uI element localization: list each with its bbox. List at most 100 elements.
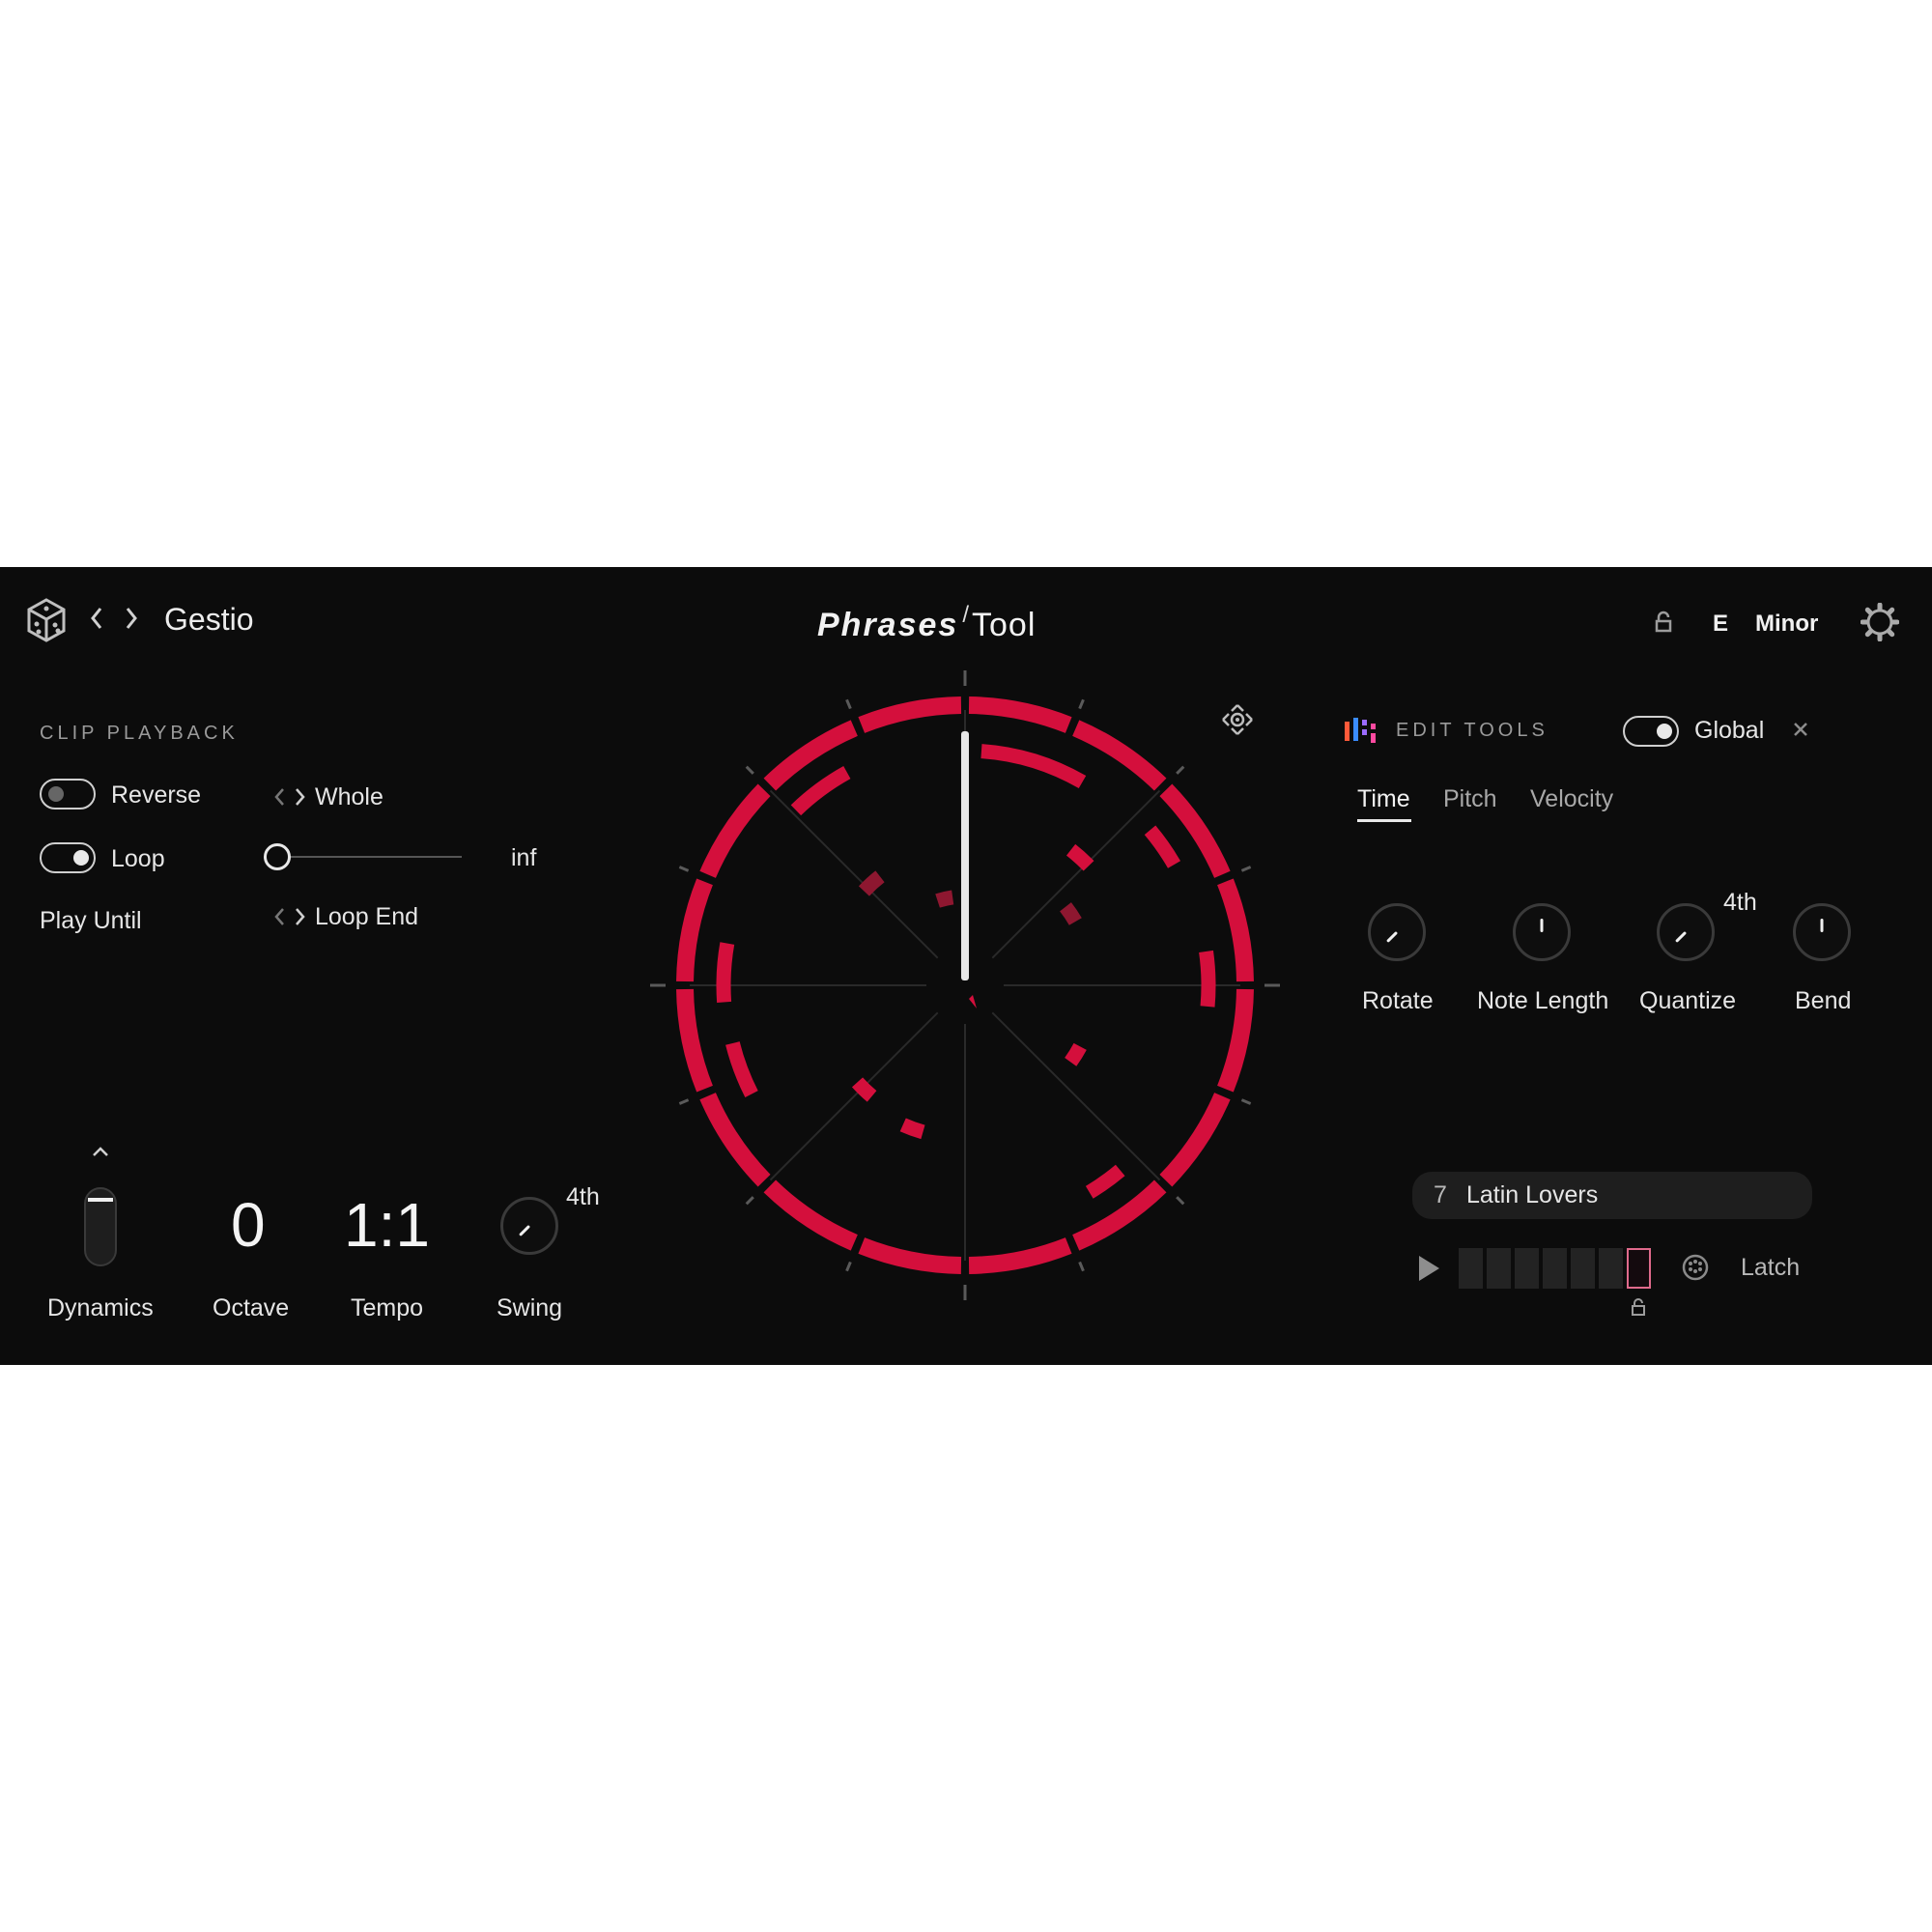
tick-mark xyxy=(678,866,690,872)
reverse-toggle[interactable] xyxy=(40,779,96,810)
note-arc xyxy=(980,744,1087,789)
ring-segment xyxy=(1072,1179,1167,1251)
brand-main: Phrases xyxy=(817,607,959,643)
tick-mark xyxy=(1176,1196,1185,1206)
tick-mark xyxy=(1078,1261,1085,1272)
note-arc xyxy=(1085,1164,1125,1199)
note-arc xyxy=(790,766,851,816)
reverse-toggle-knob xyxy=(48,786,64,802)
note-arc xyxy=(1060,902,1082,925)
tick-mark xyxy=(1240,1098,1252,1105)
loop-toggle[interactable] xyxy=(40,842,96,873)
tick-mark xyxy=(745,1196,754,1206)
tab-time[interactable]: Time xyxy=(1357,787,1410,811)
pattern-step[interactable] xyxy=(1459,1248,1483,1289)
lock-icon[interactable] xyxy=(1655,611,1672,634)
octave-label: Octave xyxy=(213,1294,290,1321)
pattern-icon[interactable] xyxy=(1681,1253,1710,1282)
brand-sub: Tool xyxy=(972,607,1037,643)
pattern-step[interactable] xyxy=(1543,1248,1567,1289)
global-toggle[interactable] xyxy=(1623,716,1679,747)
preset-selector[interactable]: 7 Latin Lovers xyxy=(1412,1172,1812,1219)
tick-mark xyxy=(1240,866,1252,872)
quantize-value: 4th xyxy=(1723,889,1757,916)
bend-knob[interactable] xyxy=(1793,903,1851,961)
loop-toggle-knob xyxy=(73,850,89,866)
rotate-knob[interactable] xyxy=(1368,903,1426,961)
gear-icon[interactable] xyxy=(1861,603,1899,641)
close-icon[interactable] xyxy=(1792,721,1809,738)
tempo-label: Tempo xyxy=(351,1294,424,1321)
dice-icon[interactable] xyxy=(25,597,68,643)
chevron-left-icon[interactable] xyxy=(89,606,104,631)
tick-mark xyxy=(845,698,852,710)
ring-segment xyxy=(676,988,713,1093)
move-icon[interactable] xyxy=(1221,703,1254,736)
note-arc xyxy=(858,870,885,896)
tempo-value[interactable]: 1:1 xyxy=(344,1194,430,1256)
ring-segment xyxy=(858,1237,962,1274)
swing-value: 4th xyxy=(566,1183,600,1210)
reverse-label: Reverse xyxy=(111,781,202,809)
clip-playback-heading: CLIP PLAYBACK xyxy=(40,723,239,744)
guide-line xyxy=(769,789,939,959)
note-arc xyxy=(1065,1042,1087,1066)
chevron-right-icon[interactable] xyxy=(124,606,139,631)
octave-value[interactable]: 0 xyxy=(231,1194,266,1256)
chevron-up-icon[interactable] xyxy=(91,1145,110,1158)
key-root[interactable]: E xyxy=(1713,612,1728,636)
pattern-step[interactable] xyxy=(1487,1248,1511,1289)
loop-slider-track[interactable] xyxy=(276,856,462,858)
tab-pitch[interactable]: Pitch xyxy=(1443,787,1497,811)
rotate-label: Rotate xyxy=(1362,987,1434,1014)
note-arc xyxy=(716,942,735,1003)
note-length-knob-indicator xyxy=(1540,919,1544,932)
note-length-knob[interactable] xyxy=(1513,903,1571,961)
loop-slider-thumb[interactable] xyxy=(264,843,291,870)
note-arc xyxy=(1144,825,1181,868)
play-until-value[interactable]: Loop End xyxy=(315,905,418,929)
key-scale[interactable]: Minor xyxy=(1755,612,1818,636)
tick-mark xyxy=(1176,765,1185,775)
phrase-circle-display[interactable] xyxy=(646,667,1284,1304)
dynamics-fader[interactable] xyxy=(83,1186,118,1267)
pattern-step-current[interactable] xyxy=(1627,1248,1651,1289)
global-label: Global xyxy=(1694,717,1765,744)
preset-number: 7 xyxy=(1434,1181,1447,1208)
quantize-knob[interactable] xyxy=(1657,903,1715,961)
global-toggle-knob xyxy=(1657,724,1672,739)
quantize-knob-indicator xyxy=(1675,930,1688,943)
length-selector-arrows-icon[interactable] xyxy=(273,786,308,808)
preset-title: Gestio xyxy=(164,602,254,637)
swing-label: Swing xyxy=(497,1294,563,1321)
pattern-step[interactable] xyxy=(1515,1248,1539,1289)
tick-mark xyxy=(678,1098,690,1105)
plugin-window: Gestio Phrases/Tool E Minor CLIP PLAYBAC… xyxy=(0,567,1932,1365)
play-until-arrows-icon[interactable] xyxy=(273,906,308,927)
swing-knob[interactable] xyxy=(500,1197,558,1255)
guide-line xyxy=(769,1011,939,1181)
playhead xyxy=(961,731,969,980)
app-brand-logo: Phrases/Tool xyxy=(817,604,1037,643)
guide-line xyxy=(991,789,1161,959)
preset-name: Latin Lovers xyxy=(1466,1181,1599,1208)
length-value[interactable]: Whole xyxy=(315,785,384,810)
swing-knob-indicator xyxy=(519,1224,531,1236)
tab-velocity[interactable]: Velocity xyxy=(1530,787,1613,811)
ring-segment xyxy=(1159,1093,1231,1187)
ring-segment xyxy=(676,878,713,982)
play-until-label: Play Until xyxy=(40,907,142,934)
note-arc xyxy=(725,1041,758,1097)
note-length-label: Note Length xyxy=(1477,987,1609,1014)
tick-mark xyxy=(845,1261,852,1272)
step-lock-icon[interactable] xyxy=(1631,1297,1646,1317)
pattern-step[interactable] xyxy=(1599,1248,1623,1289)
edit-tools-heading: EDIT TOOLS xyxy=(1396,720,1548,741)
latch-label[interactable]: Latch xyxy=(1741,1256,1800,1280)
note-arc xyxy=(851,1077,877,1102)
pattern-step[interactable] xyxy=(1571,1248,1595,1289)
quantize-label: Quantize xyxy=(1639,987,1737,1014)
note-arc xyxy=(1065,843,1094,871)
play-icon[interactable] xyxy=(1416,1254,1441,1283)
tick-mark xyxy=(745,765,754,775)
